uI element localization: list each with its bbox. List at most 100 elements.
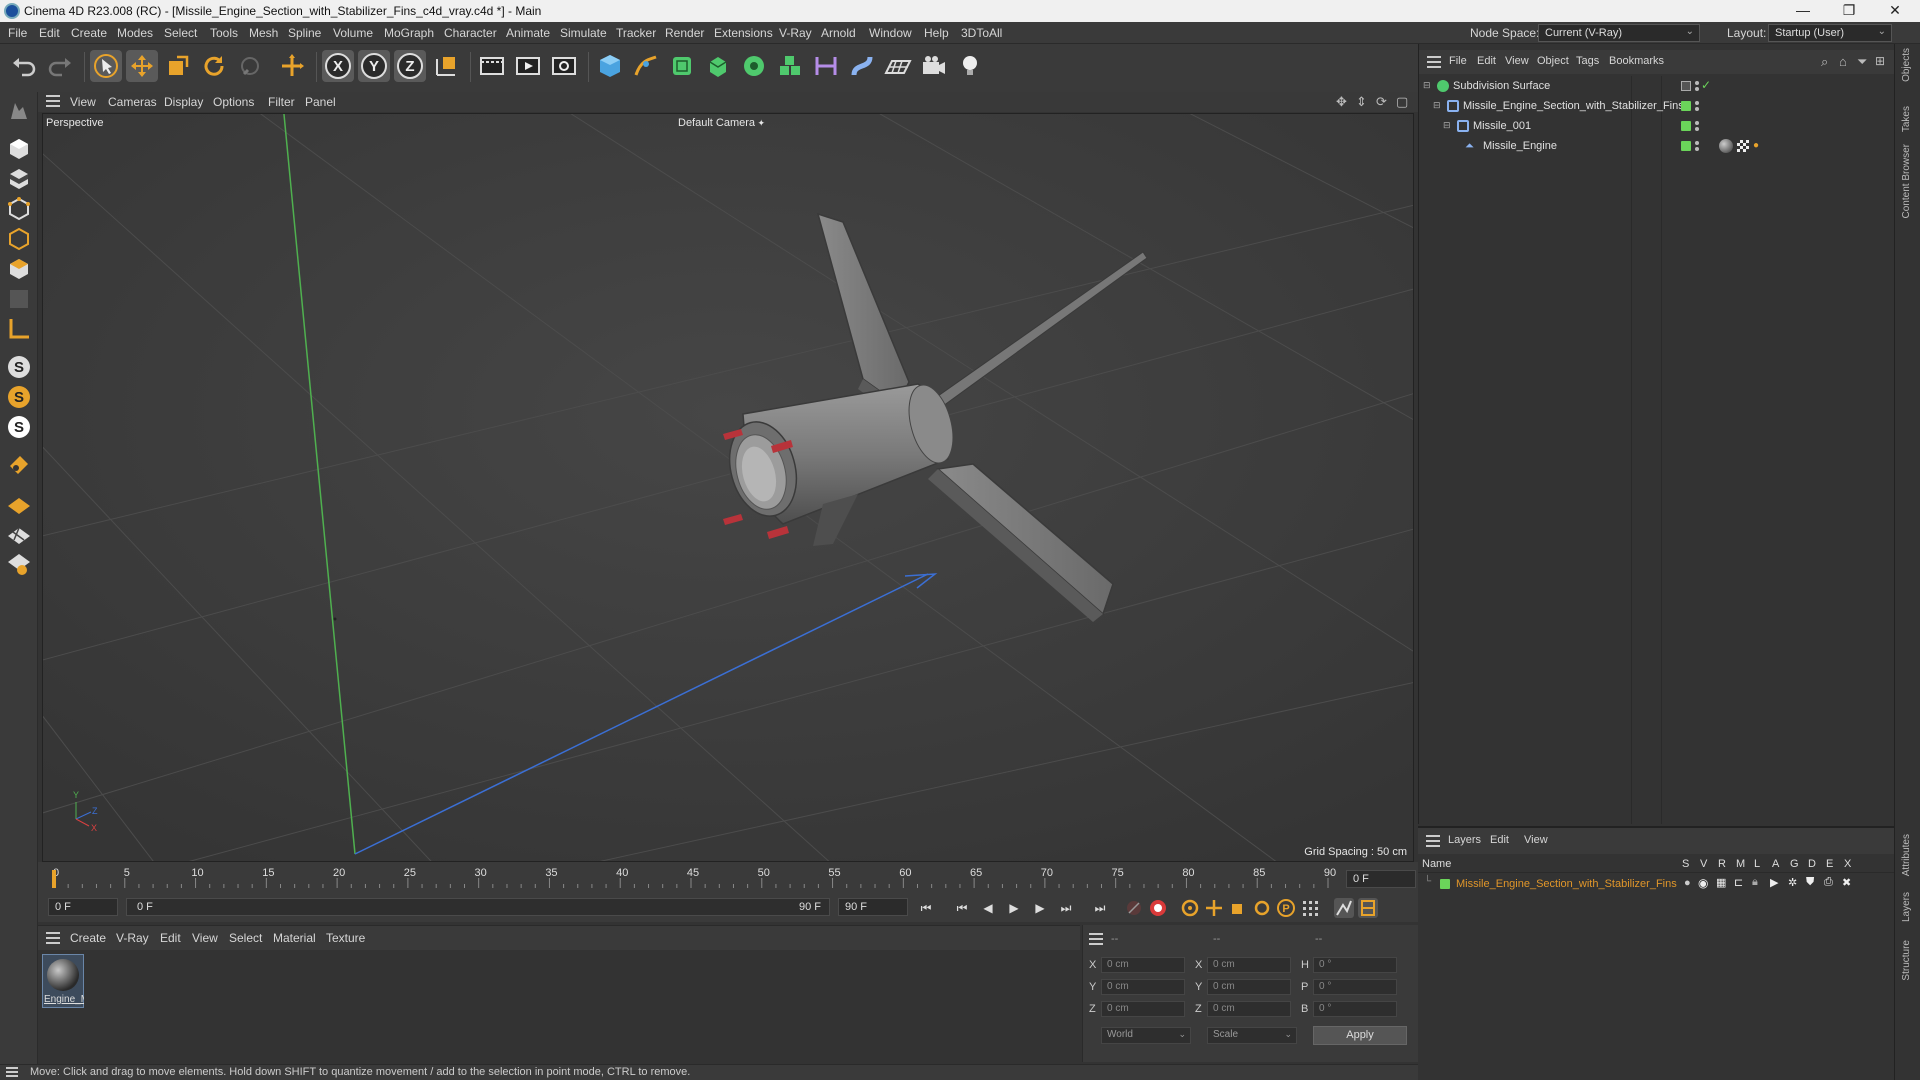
start-frame-field[interactable]: 0 F bbox=[48, 898, 118, 916]
key-pla-icon[interactable] bbox=[1300, 898, 1320, 918]
polygons-mode-icon[interactable] bbox=[4, 254, 34, 284]
tab-structure[interactable]: Structure bbox=[1901, 940, 1912, 981]
autokey-icon[interactable] bbox=[1180, 898, 1200, 918]
current-frame-field[interactable]: 0 F bbox=[1346, 870, 1416, 888]
grid-floor-icon[interactable] bbox=[4, 518, 34, 548]
tab-takes[interactable]: Takes bbox=[1901, 106, 1912, 132]
visible-eye-icon[interactable]: ◉ bbox=[1698, 876, 1708, 890]
collapse-icon[interactable]: ⊟ bbox=[1433, 100, 1441, 111]
viewport-menu-options[interactable]: Options bbox=[213, 95, 254, 109]
position-y-field[interactable]: 0 cm bbox=[1101, 979, 1185, 995]
menu-spline[interactable]: Spline bbox=[288, 26, 321, 40]
viewport-menu-panel[interactable]: Panel bbox=[305, 95, 336, 109]
prev-frame-icon[interactable]: ◀ bbox=[978, 898, 998, 918]
layer-menu-layers[interactable]: Layers bbox=[1448, 834, 1481, 846]
object-menu-file[interactable]: File bbox=[1449, 55, 1467, 67]
cube-icon[interactable] bbox=[594, 50, 626, 82]
cloner-icon[interactable] bbox=[738, 50, 770, 82]
tab-attributes[interactable]: Attributes bbox=[1901, 834, 1912, 876]
material-tag-icon[interactable] bbox=[1719, 139, 1733, 153]
apply-button[interactable]: Apply bbox=[1313, 1026, 1407, 1045]
position-x-field[interactable]: 0 cm bbox=[1101, 957, 1185, 973]
menu-3dtoall[interactable]: 3DToAll bbox=[961, 26, 1002, 40]
material-menu-view[interactable]: View bbox=[192, 931, 218, 945]
tab-objects[interactable]: Objects bbox=[1901, 48, 1912, 82]
material-swatch[interactable]: Engine_M bbox=[42, 954, 84, 1008]
goto-start-icon[interactable]: ⏮ bbox=[916, 898, 936, 918]
menu-vray[interactable]: V-Ray bbox=[779, 26, 812, 40]
coord-mode-dropdown[interactable]: World ⌄ bbox=[1101, 1027, 1191, 1044]
expressions-icon[interactable]: ⎙ bbox=[1824, 876, 1833, 889]
hamburger-icon[interactable] bbox=[1426, 835, 1440, 847]
timeline-ruler[interactable]: 051015202530354045505560657075808590 0 F bbox=[38, 862, 1418, 892]
menu-tools[interactable]: Tools bbox=[210, 26, 238, 40]
grid-dynamic-icon[interactable] bbox=[4, 548, 34, 578]
layer-color-icon[interactable] bbox=[1681, 121, 1691, 131]
axis-mode-icon[interactable] bbox=[4, 314, 34, 344]
subdivision-icon[interactable] bbox=[666, 50, 698, 82]
xref-icon[interactable]: ✖ bbox=[1842, 876, 1851, 889]
minimize-button[interactable]: — bbox=[1780, 0, 1826, 22]
layer-swatch-icon[interactable] bbox=[1681, 81, 1691, 91]
hamburger-icon[interactable] bbox=[1427, 56, 1441, 68]
lock-icon[interactable]: 🔒︎ bbox=[1752, 876, 1758, 889]
edges-mode-icon[interactable] bbox=[4, 224, 34, 254]
redo-icon[interactable] bbox=[44, 50, 76, 82]
position-z-field[interactable]: 0 cm bbox=[1101, 1001, 1185, 1017]
playhead[interactable] bbox=[52, 870, 56, 888]
grid-plane-icon[interactable] bbox=[4, 488, 34, 518]
home-icon[interactable]: ⌂ bbox=[1839, 54, 1847, 69]
rotation-p-field[interactable]: 0 ° bbox=[1313, 979, 1397, 995]
key-parameter-icon[interactable]: P bbox=[1276, 898, 1296, 918]
menu-mesh[interactable]: Mesh bbox=[249, 26, 278, 40]
model-mode-icon[interactable] bbox=[4, 96, 34, 126]
menu-arnold[interactable]: Arnold bbox=[821, 26, 856, 40]
new-view-icon[interactable]: ⊞ bbox=[1875, 54, 1885, 68]
coordinate-system-icon[interactable] bbox=[430, 50, 462, 82]
deformers-icon[interactable]: ⛊ bbox=[1806, 876, 1814, 889]
object-row-subdivision[interactable]: ⊟ Subdivision Surface ✓ bbox=[1419, 76, 1895, 96]
menu-render[interactable]: Render bbox=[665, 26, 704, 40]
hamburger-icon[interactable] bbox=[46, 95, 60, 107]
extrude-icon[interactable] bbox=[702, 50, 734, 82]
material-menu-texture[interactable]: Texture bbox=[326, 931, 365, 945]
menu-character[interactable]: Character bbox=[444, 26, 497, 40]
object-mode-icon[interactable] bbox=[4, 134, 34, 164]
motion-path-icon[interactable] bbox=[1334, 898, 1354, 918]
menu-simulate[interactable]: Simulate bbox=[560, 26, 607, 40]
prev-key-icon[interactable]: ⏮ bbox=[952, 898, 972, 918]
camera-label[interactable]: Default Camera ✦ bbox=[678, 117, 765, 129]
vray-tag-icon[interactable]: ● bbox=[1753, 140, 1759, 151]
play-icon[interactable]: ▶ bbox=[1004, 898, 1024, 918]
rotation-b-field[interactable]: 0 ° bbox=[1313, 1001, 1397, 1017]
rotate-icon[interactable] bbox=[198, 50, 230, 82]
object-menu-view[interactable]: View bbox=[1505, 55, 1529, 67]
material-menu-select[interactable]: Select bbox=[229, 931, 262, 945]
generators-icon[interactable]: ✲ bbox=[1788, 876, 1797, 889]
hamburger-icon[interactable] bbox=[46, 932, 60, 944]
menu-help[interactable]: Help bbox=[924, 26, 949, 40]
pen-icon[interactable] bbox=[630, 50, 662, 82]
render-icon[interactable]: ▦ bbox=[1716, 876, 1726, 889]
move-icon[interactable] bbox=[126, 50, 158, 82]
node-space-dropdown[interactable]: Current (V-Ray) ⌄ bbox=[1538, 24, 1700, 42]
live-select-icon[interactable] bbox=[234, 50, 266, 82]
select-arrow-icon[interactable] bbox=[90, 50, 122, 82]
render-settings-icon[interactable] bbox=[548, 50, 580, 82]
object-menu-object[interactable]: Object bbox=[1537, 55, 1569, 67]
material-menu-material[interactable]: Material bbox=[273, 931, 316, 945]
viewport-maximize-icon[interactable]: ▢ bbox=[1396, 94, 1408, 110]
object-row-missile-section[interactable]: ⊟ Missile_Engine_Section_with_Stabilizer… bbox=[1419, 96, 1895, 116]
layer-color-icon[interactable] bbox=[1681, 101, 1691, 111]
z-axis-icon[interactable]: Z bbox=[394, 50, 426, 82]
menu-modes[interactable]: Modes bbox=[117, 26, 153, 40]
material-menu-vray[interactable]: V-Ray bbox=[116, 931, 149, 945]
key-rotation-icon[interactable] bbox=[1252, 898, 1272, 918]
size-x-field[interactable]: 0 cm bbox=[1207, 957, 1291, 973]
timeline-layout-icon[interactable] bbox=[1358, 898, 1378, 918]
snap-icon[interactable]: S bbox=[4, 352, 34, 382]
add-object-icon[interactable] bbox=[276, 50, 308, 82]
hamburger-icon[interactable] bbox=[6, 1067, 18, 1077]
solo-icon[interactable]: ● bbox=[1684, 877, 1691, 889]
menu-animate[interactable]: Animate bbox=[506, 26, 550, 40]
